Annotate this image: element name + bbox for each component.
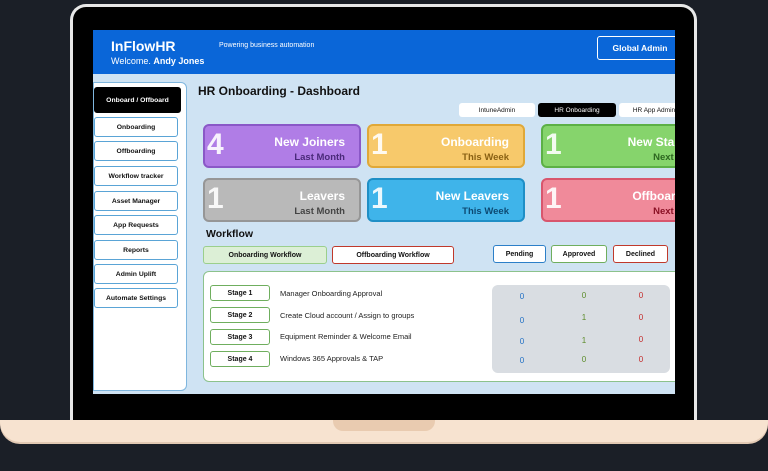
card-period: Next Week bbox=[653, 152, 675, 163]
stage-1-pending-count: 0 bbox=[519, 292, 525, 301]
card-count: 1 bbox=[545, 128, 562, 161]
tab-hr-onboarding[interactable]: HR Onboarding bbox=[538, 103, 616, 117]
laptop-base-notch bbox=[333, 420, 435, 431]
global-admin-button[interactable]: Global Admin bbox=[597, 36, 675, 60]
stage-4-approved-count: 0 bbox=[581, 355, 587, 364]
card-count: 1 bbox=[371, 182, 388, 215]
approved-filter-button[interactable]: Approved bbox=[551, 245, 607, 263]
brand-title: InFlowHR bbox=[111, 38, 176, 54]
card-title: New Starters bbox=[627, 135, 675, 149]
stage-2-button[interactable]: Stage 2 bbox=[210, 307, 270, 323]
tagline: Powering business automation bbox=[219, 42, 315, 49]
card-count: 4 bbox=[207, 128, 224, 161]
stage-4-description: Windows 365 Approvals & TAP bbox=[280, 354, 384, 363]
card-count: 1 bbox=[545, 182, 562, 215]
card-period: Last Month bbox=[294, 206, 345, 217]
sidebar-item-onboarding[interactable]: Onboarding bbox=[94, 117, 178, 137]
stat-card-offboarding[interactable]: 1 Offboarding Next Week bbox=[541, 178, 675, 222]
stage-1-button[interactable]: Stage 1 bbox=[210, 285, 270, 301]
declined-filter-button[interactable]: Declined bbox=[613, 245, 668, 263]
stage-1-approved-count: 0 bbox=[581, 291, 587, 300]
card-title: New Joiners bbox=[274, 135, 345, 149]
workflow-stages-panel: Stage 1 Manager Onboarding Approval Stag… bbox=[203, 271, 675, 382]
card-title: Onboarding bbox=[441, 135, 509, 149]
welcome-prefix: Welcome. bbox=[111, 56, 151, 66]
pending-filter-button[interactable]: Pending bbox=[493, 245, 546, 263]
page-title: HR Onboarding - Dashboard bbox=[198, 84, 360, 98]
card-count: 1 bbox=[371, 128, 388, 161]
card-title: New Leavers bbox=[435, 189, 509, 203]
stage-3-approved-count: 1 bbox=[581, 336, 587, 345]
card-period: Next Week bbox=[653, 206, 675, 217]
top-bar: InFlowHR Welcome. Andy Jones Powering bu… bbox=[93, 30, 675, 74]
app-screen: InFlowHR Welcome. Andy Jones Powering bu… bbox=[93, 30, 675, 394]
sidebar-item-admin-uplift[interactable]: Admin Uplift bbox=[94, 264, 178, 284]
status-counts-box: 0 0 0 0 1 0 0 1 0 0 0 0 bbox=[492, 285, 670, 373]
sidebar-item-app-requests[interactable]: App Requests bbox=[94, 215, 178, 235]
card-period: This Week bbox=[462, 152, 509, 163]
card-period: This Week bbox=[462, 206, 509, 217]
stat-card-new-leavers[interactable]: 1 New Leavers This Week bbox=[367, 178, 525, 222]
card-period: Last Month bbox=[294, 152, 345, 163]
sidebar-item-workflow-tracker[interactable]: Workflow tracker bbox=[94, 166, 178, 186]
stat-card-leavers[interactable]: 1 Leavers Last Month bbox=[203, 178, 361, 222]
stage-3-button[interactable]: Stage 3 bbox=[210, 329, 270, 345]
stage-3-declined-count: 0 bbox=[638, 335, 644, 344]
stage-2-declined-count: 0 bbox=[638, 313, 644, 322]
stage-2-pending-count: 0 bbox=[519, 316, 525, 325]
stage-4-button[interactable]: Stage 4 bbox=[210, 351, 270, 367]
sidebar-item-reports[interactable]: Reports bbox=[94, 240, 178, 260]
offboarding-workflow-button[interactable]: Offboarding Workflow bbox=[332, 246, 454, 264]
card-count: 1 bbox=[207, 182, 224, 215]
welcome-text: Welcome. Andy Jones bbox=[111, 56, 204, 66]
sidebar-item-onboard-offboard[interactable]: Onboard / Offboard bbox=[94, 87, 181, 113]
sidebar-item-automate-settings[interactable]: Automate Settings bbox=[94, 288, 178, 308]
stat-card-onboarding[interactable]: 1 Onboarding This Week bbox=[367, 124, 525, 168]
tab-hr-app-admin[interactable]: HR App Admin bbox=[619, 103, 675, 117]
card-title: Offboarding bbox=[632, 189, 675, 203]
stage-1-description: Manager Onboarding Approval bbox=[280, 289, 383, 298]
stage-1-declined-count: 0 bbox=[638, 291, 644, 300]
stage-2-description: Create Cloud account / Assign to groups bbox=[280, 311, 415, 320]
sidebar: Onboard / Offboard Onboarding Offboardin… bbox=[93, 82, 187, 391]
user-name: Andy Jones bbox=[153, 56, 205, 66]
onboarding-workflow-button[interactable]: Onboarding Workflow bbox=[203, 246, 327, 264]
stage-4-declined-count: 0 bbox=[638, 355, 644, 364]
sidebar-item-offboarding[interactable]: Offboarding bbox=[94, 141, 178, 161]
stat-card-new-starters[interactable]: 1 New Starters Next Week bbox=[541, 124, 675, 168]
tab-intuneadmin[interactable]: IntuneAdmin bbox=[459, 103, 535, 117]
stage-2-approved-count: 1 bbox=[581, 313, 587, 322]
sidebar-item-asset-manager[interactable]: Asset Manager bbox=[94, 191, 178, 211]
workflow-title: Workflow bbox=[206, 228, 254, 240]
card-title: Leavers bbox=[299, 189, 345, 203]
stage-3-description: Equipment Reminder & Welcome Email bbox=[280, 332, 412, 341]
stage-4-pending-count: 0 bbox=[519, 356, 525, 365]
stat-card-new-joiners[interactable]: 4 New Joiners Last Month bbox=[203, 124, 361, 168]
stage-3-pending-count: 0 bbox=[519, 337, 525, 346]
